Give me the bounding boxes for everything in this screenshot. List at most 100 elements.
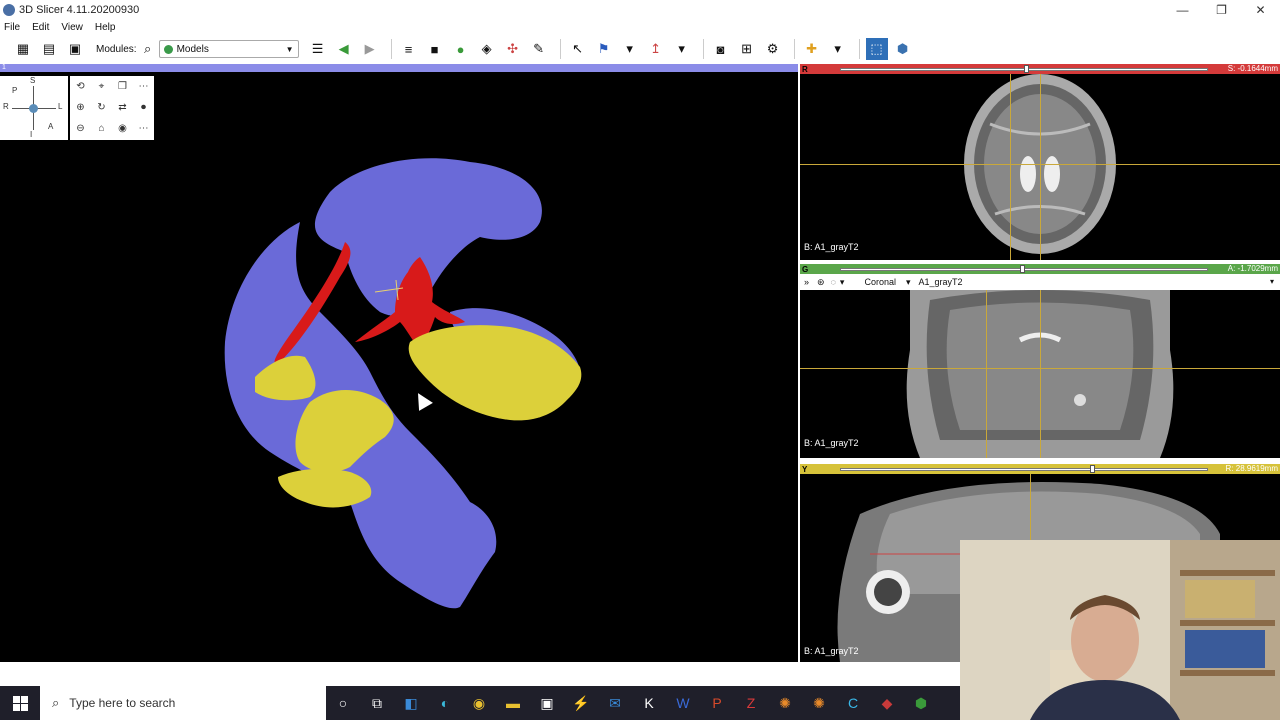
red-slice-volume-label: B: A1_grayT2 [804,242,859,252]
place-ruler-icon[interactable]: ↥ [645,38,667,60]
ruler-options-icon[interactable]: ▾ [671,38,693,60]
volume-select-value: A1_grayT2 [918,277,963,287]
app-gem-icon[interactable]: ◆ [870,686,904,720]
file-explorer-icon[interactable]: ▬ [496,686,530,720]
green-slice-view[interactable]: B: A1_grayT2 [800,290,1280,458]
green-slice-slider-thumb[interactable] [1020,265,1026,273]
green-slice-controls: » ⊛ ◌ ▾ Coronal ▾ A1_grayT2 ▾ [800,274,1280,290]
menu-file[interactable]: File [4,22,20,33]
restore-icon[interactable]: ❐ [1202,0,1241,20]
view-3d[interactable]: S P R L A I ⟲ ⌖ ❐ ⋯ ⊕ ↻ ⇄ ⏺ ⊖ ⌂ ◉ ⋯ [0,72,798,662]
start-button[interactable] [0,686,40,720]
chevron-down-icon[interactable]: ▾ [840,277,845,288]
save-icon[interactable]: ▣ [64,38,86,60]
task-view-icon[interactable]: ⧉ [360,686,394,720]
chevron-down-icon[interactable]: ▾ [906,277,911,288]
module-selector[interactable]: Models ▼ [158,40,299,58]
store-icon[interactable]: ▣ [530,686,564,720]
crosshair-vertical [1040,74,1041,260]
minimize-icon[interactable]: — [1163,0,1202,20]
transforms-module-icon[interactable]: ◈ [476,38,498,60]
window-title: 3D Slicer 4.11.20200930 [19,4,140,16]
module-selected-label: Models [176,43,209,55]
edge-icon[interactable]: ◐ [428,686,462,720]
yellow-slice-code: Y [802,464,808,474]
fiducial-options-icon[interactable]: ▾ [619,38,641,60]
view3d-controller-bar[interactable]: 1 [0,64,798,72]
separator [390,39,392,59]
blender-icon-2[interactable]: ✺ [802,686,836,720]
module-search-icon[interactable]: ⌕ [141,38,155,60]
slice-orientation-select[interactable]: Coronal [864,277,896,287]
module-history-icon[interactable]: ☰ [307,38,329,60]
crosshair-vertical [1040,290,1041,458]
yellow-slice-slider-track[interactable] [840,468,1208,471]
menu-bar: File Edit View Help [0,20,1280,34]
slicer-app-icon [3,4,15,16]
app-z-icon[interactable]: Z [734,686,768,720]
yellow-slice-slider-thumb[interactable] [1090,465,1096,473]
chrome-icon[interactable]: ◉ [462,686,496,720]
blender-icon[interactable]: ✺ [768,686,802,720]
webcam-overlay [960,540,1280,720]
pointer-icon[interactable]: ↖ [567,38,589,60]
segment-editor-icon[interactable]: ✎ [528,38,550,60]
ventricle-model-render [224,158,582,609]
powerpoint-icon[interactable]: P [700,686,734,720]
crosshair-horizontal [800,368,1280,369]
close-icon[interactable]: ✕ [1241,0,1280,20]
crosshair-icon[interactable]: ✚ [801,38,823,60]
separator [702,39,704,59]
menu-view[interactable]: View [61,22,83,33]
link-icon[interactable]: ⊛ [817,277,825,288]
dicom-icon[interactable]: ▤ [38,38,60,60]
crosshair-vertical [1010,74,1011,260]
taskbar-search[interactable]: ⌕ Type here to search [40,686,326,720]
screenshot-icon[interactable]: ◙ [710,38,732,60]
word-icon[interactable]: W [666,686,700,720]
place-fiducial-icon[interactable]: ⚑ [593,38,615,60]
volumes-module-icon[interactable]: ■ [424,38,446,60]
load-data-icon[interactable]: ▦ [12,38,34,60]
collapse-icon[interactable]: » [804,277,809,287]
red-slice-offset: S: -0.1644mm [1227,64,1278,73]
search-placeholder: Type here to search [69,696,176,710]
app-k-icon[interactable]: K [632,686,666,720]
back-arrow-icon[interactable]: ◀ [333,38,355,60]
outlook-icon[interactable]: ◧ [394,686,428,720]
forward-arrow-icon[interactable]: ▶ [359,38,381,60]
yellow-slice-bar[interactable]: Y R: 28.9619mm [800,464,1280,474]
eye-icon[interactable]: ◌ [831,277,836,287]
app-c-icon[interactable]: C [836,686,870,720]
crosshair-horizontal [800,164,1280,165]
yellow-slice-volume-label: B: A1_grayT2 [804,646,859,656]
slicer-taskbar-icon[interactable]: ⬢ [904,686,938,720]
modules-label: Modules: [96,43,137,55]
crosshair-vertical [986,290,987,458]
green-slice-volume-label: B: A1_grayT2 [804,438,859,448]
red-slice-view[interactable]: B: A1_grayT2 [800,74,1280,260]
markups-module-icon[interactable]: ✣ [502,38,524,60]
crosshair-options-icon[interactable]: ▾ [827,38,849,60]
layout-icon[interactable]: ⊞ [736,38,758,60]
green-slice-bar[interactable]: G A: -1.7029mm [800,264,1280,274]
red-slice-bar[interactable]: R S: -0.1644mm [800,64,1280,74]
models-module-icon [163,44,173,54]
chevron-down-icon: ▾ [1269,277,1274,286]
data-module-icon[interactable]: ≡ [398,38,420,60]
view-layout-number: 1 [2,64,6,71]
green-slice-offset: A: -1.7029mm [1227,264,1278,273]
menu-edit[interactable]: Edit [32,22,49,33]
extension-manager-icon[interactable]: ⬚ [865,38,888,60]
models-module-icon[interactable]: ● [450,38,472,60]
cortana-icon[interactable]: ○ [326,686,360,720]
app-bolt-icon[interactable]: ⚡ [564,686,598,720]
mail-icon[interactable]: ✉ [598,686,632,720]
python-console-icon[interactable]: ⬢ [892,38,914,60]
menu-help[interactable]: Help [95,22,116,33]
view-options-icon[interactable]: ⚙ [762,38,784,60]
red-slice-code: R [802,64,808,74]
green-slice-code: G [802,264,809,274]
volume-select[interactable]: A1_grayT2 ▾ [919,277,1280,287]
red-slice-slider-thumb[interactable] [1024,65,1029,73]
